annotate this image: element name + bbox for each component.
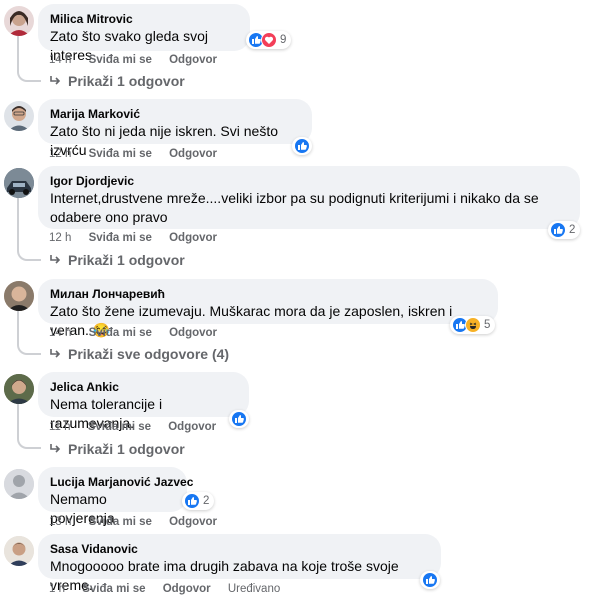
avatar[interactable] [4,536,34,566]
avatar[interactable] [4,168,34,198]
reply-arrow-icon [50,444,61,453]
thread-line [17,311,19,345]
reply-button[interactable]: Odgovor [163,583,211,595]
like-icon [231,411,247,427]
reply-arrow-icon [50,76,61,85]
like-icon [422,572,438,588]
view-replies-button[interactable]: Prikaži sve odgovore (4) [48,346,229,362]
view-replies-label: Prikaži sve odgovore (4) [68,346,230,362]
view-replies-button[interactable]: Prikaži 1 odgovor [48,73,185,89]
reaction-summary[interactable]: 2 [182,492,215,510]
view-replies-button[interactable]: Prikaži 1 odgovor [48,252,185,268]
comment-author[interactable]: Milica Mitrovic [50,11,238,27]
comment-time[interactable]: 1 h [49,583,65,595]
comment-text: Internet,drustvene mreže....veliki izbor… [50,190,539,206]
edited-label: Uređivano [227,583,281,595]
comment-bubble: Lucija Marjanović Jazvec Nemamo povjeren… [38,467,193,526]
avatar[interactable] [4,374,34,404]
like-button[interactable]: Sviđa mi se [89,516,152,528]
comment-meta: 12 h Sviđa mi se Odgovor [49,148,231,160]
avatar[interactable] [4,469,34,499]
comment-time[interactable]: 12 h [49,232,71,244]
comment-bubble: Sasa Vidanovic Mnogooooo brate ima drugi… [38,534,441,593]
comment-meta: 12 h Sviđa mi se Odgovor [49,232,231,244]
reply-arrow-icon [50,349,61,358]
reaction-summary[interactable] [292,137,312,155]
comment-author[interactable]: Jelica Ankic [50,379,237,395]
view-replies-label: Prikaži 1 odgovor [68,441,185,457]
reaction-count: 2 [569,224,576,236]
reaction-summary[interactable] [229,410,249,428]
comment-bubble: Милан Лончаревић Zato što žene izumevaju… [38,279,498,338]
reaction-count: 9 [280,34,287,46]
comment-author[interactable]: Marija Marković [50,106,300,122]
view-replies-button[interactable]: Prikaži 1 odgovor [48,441,185,457]
reaction-summary[interactable]: 5 [450,316,496,334]
comment-meta: 14 h Sviđa mi se Odgovor [49,327,231,339]
haha-icon [465,317,481,333]
comment-author[interactable]: Sasa Vidanovic [50,541,429,557]
thread-line [17,404,19,439]
comment-text: odabere ono pravo [50,209,168,225]
comment-time[interactable]: 14 h [49,327,71,339]
reply-arrow-icon [50,255,61,264]
like-button[interactable]: Sviđa mi se [89,327,152,339]
love-icon [261,32,277,48]
like-button[interactable]: Sviđa mi se [89,54,152,66]
reaction-summary[interactable]: 9 [246,31,292,49]
comment-meta: 1 h Sviđa mi se Odgovor Uređivano [49,583,294,595]
reaction-count: 5 [484,319,491,331]
reply-button[interactable]: Odgovor [168,421,216,433]
thread-hook [17,70,41,82]
thread-hook [17,343,41,355]
reply-button[interactable]: Odgovor [169,327,217,339]
reply-button[interactable]: Odgovor [169,148,217,160]
comment-meta: 13 h Sviđa mi se Odgovor [49,516,231,528]
like-button[interactable]: Sviđa mi se [88,421,151,433]
reaction-summary[interactable] [420,571,440,589]
like-icon [184,493,200,509]
thread-line [17,196,19,251]
comment-bubble: Jelica Ankic Nema tolerancije i razumeva… [38,372,249,431]
thread-line [17,36,19,72]
comment-author[interactable]: Милан Лончаревић [50,286,486,302]
avatar[interactable] [4,101,34,131]
reaction-summary[interactable]: 2 [548,221,581,239]
comment-meta: 14 h Sviđa mi se Odgovor [49,54,231,66]
like-icon [294,138,310,154]
comment-meta: 11 h Sviđa mi se Odgovor [49,421,230,433]
reply-button[interactable]: Odgovor [169,516,217,528]
like-button[interactable]: Sviđa mi se [89,232,152,244]
view-replies-label: Prikaži 1 odgovor [68,252,185,268]
reaction-count: 2 [203,495,210,507]
thread-hook [17,249,41,261]
like-icon [550,222,566,238]
thread-hook [17,437,41,449]
comment-bubble: Milica Mitrovic Zato što svako gleda svo… [38,4,250,63]
reply-button[interactable]: Odgovor [169,54,217,66]
comment-time[interactable]: 12 h [49,148,71,160]
comment-time[interactable]: 11 h [49,421,71,433]
view-replies-label: Prikaži 1 odgovor [68,73,185,89]
like-button[interactable]: Sviđa mi se [82,583,145,595]
comment-time[interactable]: 13 h [49,516,71,528]
comment-bubble: Marija Marković Zato što ni jeda nije is… [38,99,312,158]
like-button[interactable]: Sviđa mi se [89,148,152,160]
comment-author[interactable]: Igor Djordjevic [50,173,568,189]
avatar[interactable] [4,6,34,36]
reply-button[interactable]: Odgovor [169,232,217,244]
comment-author[interactable]: Lucija Marjanović Jazvec [50,474,193,490]
comment-bubble: Igor Djordjevic Internet,drustvene mreže… [38,166,580,229]
comment-time[interactable]: 14 h [49,54,71,66]
avatar[interactable] [4,281,34,311]
